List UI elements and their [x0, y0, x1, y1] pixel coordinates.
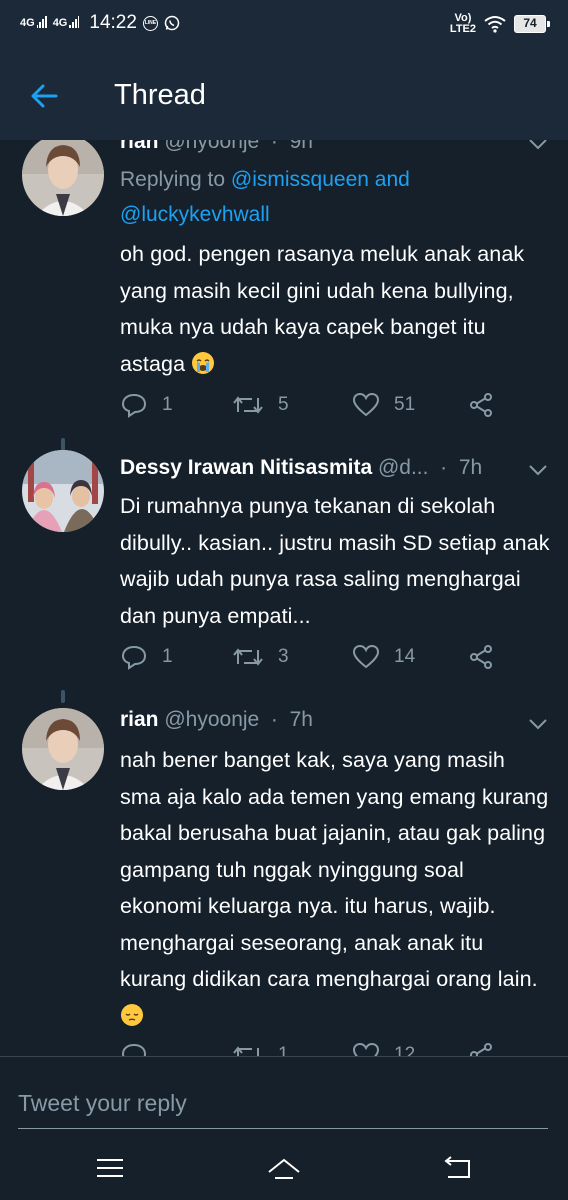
retweet-icon	[233, 1046, 259, 1056]
like-button[interactable]: 51	[352, 392, 415, 418]
author-handle[interactable]: @hyoonje	[164, 140, 259, 153]
heart-icon	[352, 1042, 380, 1056]
heart-icon	[352, 644, 380, 669]
retweet-button[interactable]: 1	[232, 1042, 289, 1056]
like-count: 12	[394, 1044, 416, 1056]
share-button[interactable]	[468, 1042, 494, 1056]
chevron-down-icon[interactable]	[528, 140, 548, 150]
author-name[interactable]: Dessy Irawan Nitisasmita	[120, 456, 372, 479]
retweet-button[interactable]: 3	[232, 644, 289, 670]
mention-link[interactable]: @ismissqueen	[231, 168, 369, 191]
tweet-actions: 1 12	[120, 1042, 500, 1056]
menu-button[interactable]	[92, 1152, 128, 1184]
tweet-time: 7h	[289, 708, 313, 731]
reply-icon	[121, 393, 147, 418]
thread-feed[interactable]: rian @hyoonje · 9h Replying to @ismissqu…	[0, 140, 568, 1056]
like-button[interactable]: 14	[352, 644, 415, 670]
tweet-text: Di rumahnya punya tekanan di sekolah dib…	[120, 494, 550, 628]
retweet-count: 5	[278, 394, 289, 415]
tweet-2[interactable]: Dessy Irawan Nitisasmita @d... · 7h Di r…	[0, 450, 568, 700]
retweet-count: 3	[278, 646, 289, 667]
system-nav-bar	[0, 1136, 568, 1200]
reply-button[interactable]	[120, 1042, 162, 1056]
like-button[interactable]: 12	[352, 1042, 415, 1056]
tweet-3[interactable]: rian @hyoonje · 7h nah bener banget kak,…	[0, 702, 568, 1056]
reply-composer	[0, 1056, 568, 1136]
reply-button[interactable]: 1	[120, 392, 173, 418]
tweet-text: oh god. pengen rasanya meluk anak anak y…	[120, 236, 550, 386]
share-icon	[470, 645, 492, 669]
back-nav-icon	[444, 1156, 470, 1178]
author-handle[interactable]: @d...	[378, 456, 429, 479]
back-button[interactable]	[26, 78, 62, 114]
like-count: 51	[394, 394, 416, 415]
retweet-icon	[233, 648, 263, 666]
crying-face-emoji	[191, 350, 215, 387]
share-icon	[470, 1043, 492, 1056]
tweet-actions: 1 5 51	[120, 392, 500, 422]
reply-count: 1	[162, 646, 173, 667]
retweet-button[interactable]: 5	[232, 392, 289, 418]
home-button[interactable]	[266, 1152, 302, 1184]
meta-dot: ·	[265, 140, 284, 153]
meta-dot: ·	[265, 708, 284, 731]
home-icon	[268, 1158, 300, 1179]
chevron-down-icon[interactable]	[528, 718, 548, 730]
author-name[interactable]: rian	[120, 140, 159, 153]
tweet-1[interactable]: rian @hyoonje · 9h Replying to @ismissqu…	[0, 140, 568, 440]
share-button[interactable]	[468, 392, 494, 418]
avatar[interactable]	[22, 708, 104, 790]
battery-indicator: 74	[514, 15, 550, 33]
menu-icon	[97, 1159, 123, 1177]
tweet-time: 7h	[458, 456, 483, 479]
page-title: Thread	[114, 79, 206, 111]
tweet-time: 9h	[289, 140, 313, 153]
tweet-text: nah bener banget kak, saya yang masih sm…	[120, 742, 550, 1038]
chevron-down-icon[interactable]	[528, 464, 548, 476]
like-count: 14	[394, 646, 416, 667]
app-header: Thread	[0, 52, 568, 140]
status-bar: 4G 4G 14:22 LINE Vo) LTE2 74	[0, 0, 568, 52]
clock: 14:22	[89, 12, 137, 33]
mention-link[interactable]: @luckykevhwall	[120, 203, 270, 226]
avatar[interactable]	[22, 140, 104, 216]
line-app-icon: LINE	[142, 15, 158, 31]
replying-to: Replying to @ismissqueen and @luckykevhw…	[120, 168, 410, 226]
share-icon	[470, 393, 492, 417]
arrow-left-icon	[31, 84, 58, 108]
retweet-icon	[233, 396, 263, 414]
whatsapp-icon	[164, 15, 180, 31]
signal-icon: 4G	[20, 16, 47, 29]
reply-input[interactable]	[18, 1079, 548, 1129]
volte-indicator: Vo) LTE2	[449, 12, 476, 35]
author-name[interactable]: rian	[120, 708, 159, 731]
tweet-actions: 1 3 14	[120, 644, 500, 674]
reply-icon	[121, 645, 147, 670]
back-nav-button[interactable]	[440, 1152, 476, 1184]
wifi-icon	[484, 16, 506, 33]
signal-icon-2: 4G	[52, 16, 80, 29]
author-handle[interactable]: @hyoonje	[164, 708, 259, 731]
reply-button[interactable]: 1	[120, 644, 173, 670]
heart-icon	[352, 392, 380, 417]
reply-icon	[121, 1043, 147, 1056]
share-button[interactable]	[468, 644, 494, 670]
retweet-count: 1	[278, 1044, 289, 1056]
network-type-1: 4G	[20, 17, 35, 29]
meta-dot: ·	[434, 456, 453, 479]
pensive-face-emoji	[120, 1002, 144, 1039]
reply-count: 1	[162, 394, 173, 415]
avatar[interactable]	[22, 450, 104, 532]
network-type-2: 4G	[52, 17, 68, 29]
